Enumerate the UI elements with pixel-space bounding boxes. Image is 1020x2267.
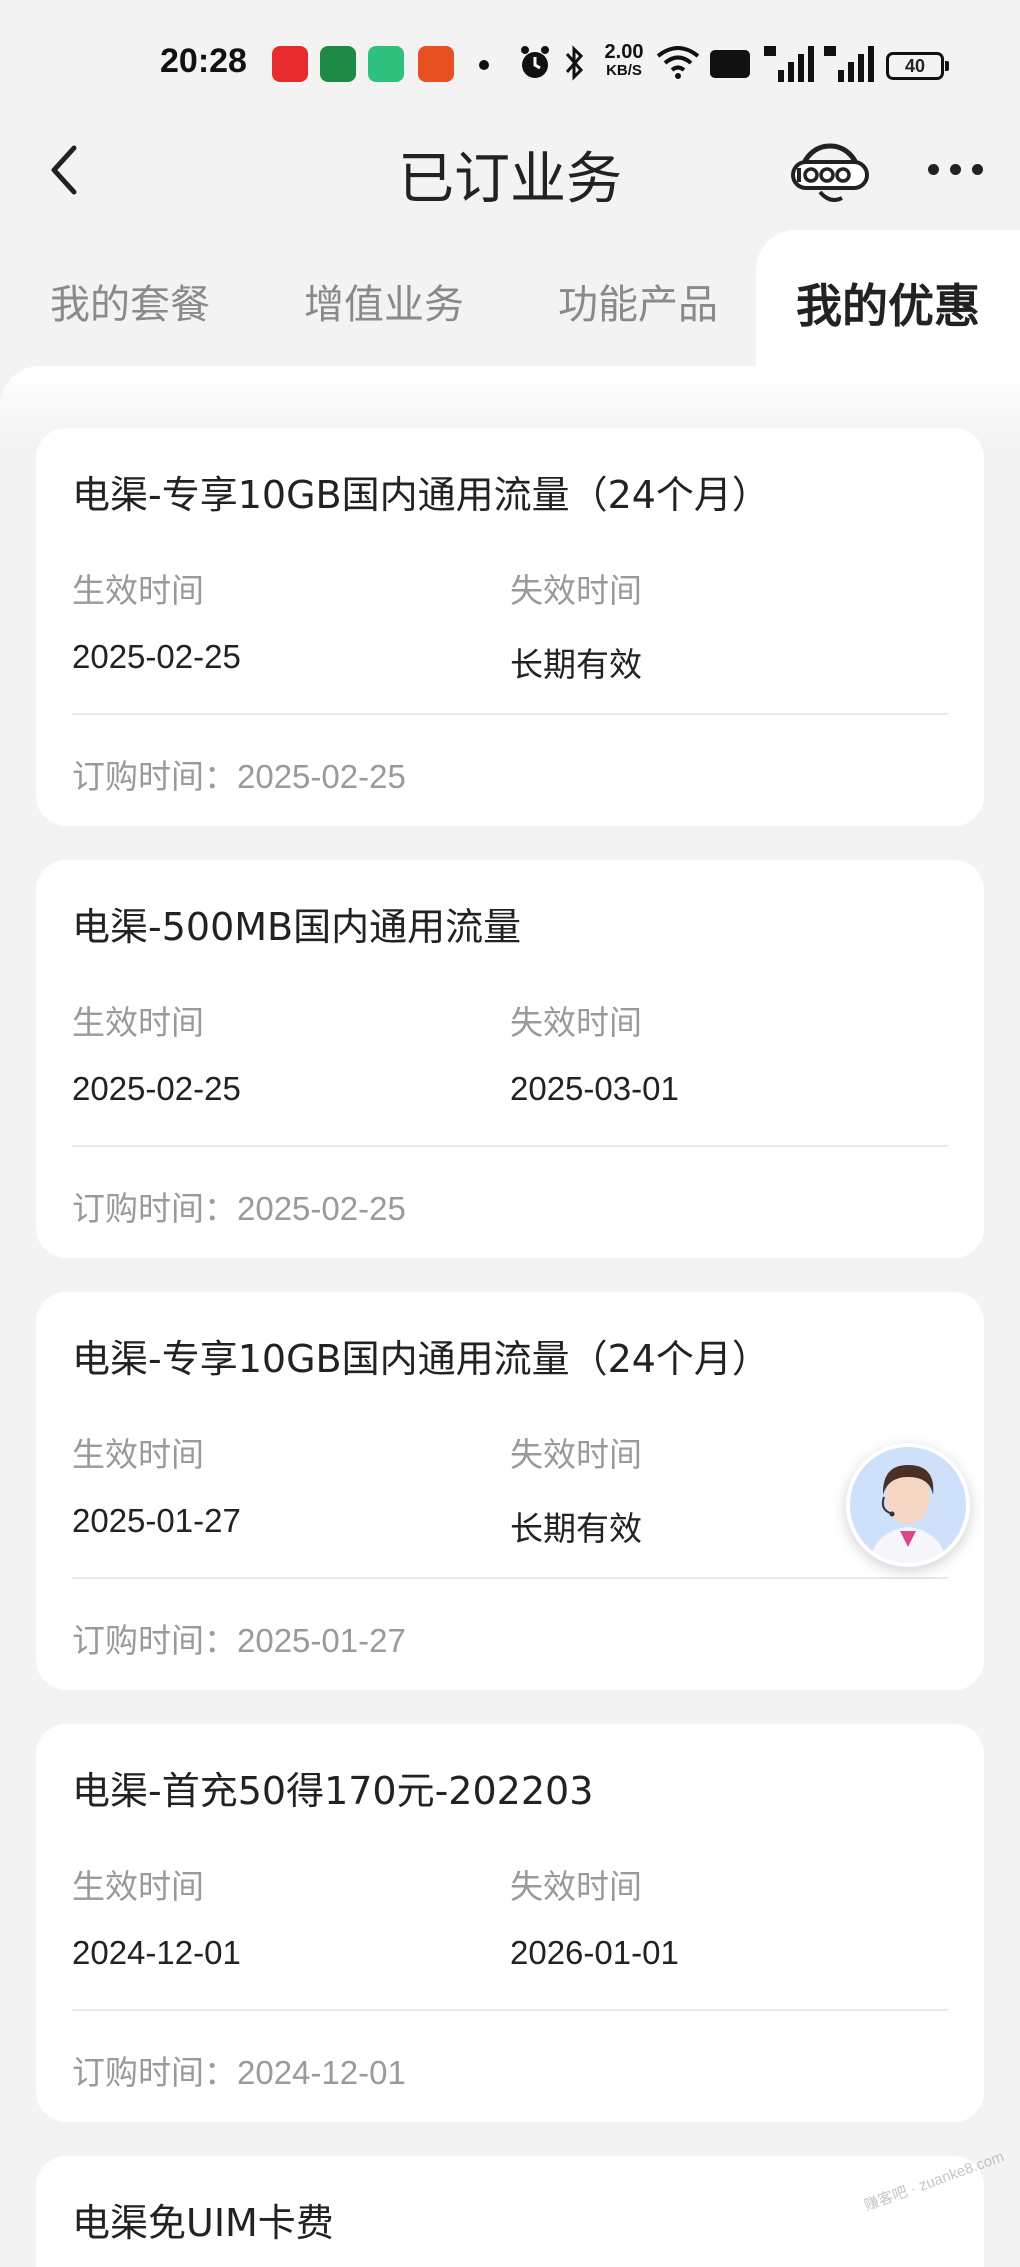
discount-card[interactable]: 电渠-专享10GB国内通用流量（24个月） 生效时间 失效时间 2025-02-… [36,428,984,826]
battery-icon: 40 [886,52,949,80]
order-time-value: 2025-02-25 [237,758,406,795]
tab-function-products[interactable]: 功能产品 [558,272,718,330]
end-time-label: 失效时间 [510,1003,642,1042]
5g-signal-icon [764,46,814,82]
bluetooth-icon [565,45,584,81]
start-time-value: 2024-12-01 [72,1934,241,1971]
start-time-value: 2025-02-25 [72,1070,241,1107]
end-time-label: 失效时间 [510,571,642,610]
discount-card[interactable]: 电渠免UIM卡费 [36,2156,984,2267]
card-title: 电渠免UIM卡费 [72,2201,334,2245]
ting-app-icon [418,46,454,82]
header: 已订业务 [0,110,1020,230]
order-time: 订购时间：2024-12-01 [72,2046,406,2094]
card-title: 电渠-500MB国内通用流量 [72,905,522,949]
start-time-label: 生效时间 [72,1435,204,1474]
tab-bar: 我的套餐 增值业务 功能产品 我的优惠 [0,230,1020,370]
network-speed: 2.00 KB/S [598,42,650,80]
discount-card[interactable]: 电渠-500MB国内通用流量 生效时间 失效时间 2025-02-25 2025… [36,860,984,1258]
end-time-label: 失效时间 [510,1435,642,1474]
alarm-icon [521,46,549,78]
divider [72,1145,948,1147]
order-time-label: 订购时间： [72,757,237,796]
start-time-label: 生效时间 [72,1867,204,1906]
iqiyi-app-icon [368,46,404,82]
order-time-label: 订购时间： [72,1189,237,1228]
card-title: 电渠-专享10GB国内通用流量（24个月） [72,473,770,517]
divider [72,2009,948,2011]
order-time-label: 订购时间： [72,1621,237,1660]
wifi-icon [656,46,700,79]
discount-card[interactable]: 电渠-专享10GB国内通用流量（24个月） 生效时间 失效时间 2025-01-… [36,1292,984,1690]
agent-portrait-icon [850,1447,966,1563]
oppo-app-icon [320,46,356,82]
divider [72,1577,948,1579]
order-time-value: 2025-02-25 [237,1190,406,1227]
start-time-value: 2025-02-25 [72,638,241,675]
hd-icon [710,50,750,78]
order-time: 订购时间：2025-02-25 [72,750,406,798]
dot-icon [479,60,489,70]
divider [72,713,948,715]
start-time-label: 生效时间 [72,571,204,610]
end-time-label: 失效时间 [510,1867,642,1906]
tab-my-plan[interactable]: 我的套餐 [50,272,210,330]
end-time-value: 长期有效 [510,1510,642,1547]
end-time-value: 2025-03-01 [510,1070,679,1107]
order-time-value: 2025-01-27 [237,1622,406,1659]
customer-service-avatar[interactable] [846,1443,970,1567]
order-time-label: 订购时间： [72,2053,237,2092]
more-icon[interactable] [924,160,988,180]
app-store-icon [272,46,308,82]
status-time: 20:28 [160,42,247,80]
card-title: 电渠-首充50得170元-202203 [72,1769,594,1813]
start-time-value: 2025-01-27 [72,1502,241,1539]
end-time-value: 2026-01-01 [510,1934,679,1971]
tab-value-added[interactable]: 增值业务 [304,272,464,330]
network-speed-value: 2.00 [604,41,644,63]
start-time-label: 生效时间 [72,1003,204,1042]
5g-signal-icon-2 [824,46,874,82]
order-time: 订购时间：2025-02-25 [72,1182,406,1230]
end-time-value: 长期有效 [510,646,642,683]
network-speed-unit: KB/S [606,62,642,79]
order-time: 订购时间：2025-01-27 [72,1614,406,1662]
card-title: 电渠-专享10GB国内通用流量（24个月） [72,1337,770,1381]
discount-card[interactable]: 电渠-首充50得170元-202203 生效时间 失效时间 2024-12-01… [36,1724,984,2122]
tab-my-discounts[interactable]: 我的优惠 [756,230,1020,370]
order-time-value: 2024-12-01 [237,2054,406,2091]
10000-hotline-icon[interactable] [790,132,870,210]
